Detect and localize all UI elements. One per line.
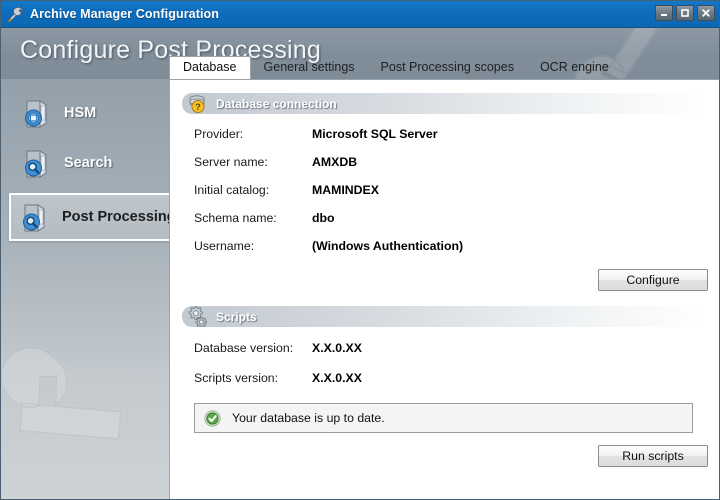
window-title: Archive Manager Configuration	[30, 7, 219, 21]
sidebar-item-label: Post Processing	[62, 209, 169, 225]
window-controls	[655, 5, 715, 21]
field-label: Schema name:	[194, 211, 312, 225]
field-username: Username: (Windows Authentication)	[170, 232, 719, 260]
tab-post-processing-scopes[interactable]: Post Processing scopes	[368, 57, 527, 79]
field-database-version: Database version: X.X.0.XX	[170, 333, 719, 363]
scripts-group-header: Scripts	[182, 306, 707, 327]
field-label: Provider:	[194, 127, 312, 141]
field-value: AMXDB	[312, 155, 357, 169]
sidebar-item-label: HSM	[64, 105, 96, 121]
field-initial-catalog: Initial catalog: MAMINDEX	[170, 176, 719, 204]
tab-ocr-engine[interactable]: OCR engine	[527, 57, 622, 79]
run-scripts-button[interactable]: Run scripts	[598, 445, 708, 467]
application-window: Archive Manager Configuration	[0, 0, 720, 500]
field-label: Server name:	[194, 155, 312, 169]
sidebar-item-label: Search	[64, 155, 112, 171]
field-label: Database version:	[194, 341, 312, 355]
field-value: X.X.0.XX	[312, 371, 362, 385]
field-value: X.X.0.XX	[312, 341, 362, 355]
svg-text:?: ?	[195, 102, 201, 112]
field-value: Microsoft SQL Server	[312, 127, 438, 141]
content-panel: ? Database connection Provider: Microsof…	[169, 79, 719, 500]
field-schema-name: Schema name: dbo	[170, 204, 719, 232]
field-value: dbo	[312, 211, 335, 225]
field-scripts-version: Scripts version: X.X.0.XX	[170, 363, 719, 393]
field-server-name: Server name: AMXDB	[170, 148, 719, 176]
status-message-box: Your database is up to date.	[194, 403, 693, 433]
field-value: (Windows Authentication)	[312, 239, 463, 253]
configure-button[interactable]: Configure	[598, 269, 708, 291]
tab-database[interactable]: Database	[169, 56, 251, 79]
sidebar: HSM Search	[1, 79, 169, 500]
sidebar-item-post-processing[interactable]: Post Processing	[9, 193, 169, 241]
wrench-watermark-icon	[1, 334, 169, 500]
gears-icon	[185, 306, 211, 327]
maximize-button[interactable]	[676, 5, 694, 21]
minimize-button[interactable]	[655, 5, 673, 21]
wrench-screwdriver-icon	[6, 5, 24, 23]
field-label: Initial catalog:	[194, 183, 312, 197]
database-connection-group-header: ? Database connection	[182, 93, 707, 114]
group-title: Scripts	[216, 310, 257, 324]
green-check-circle-icon	[204, 410, 221, 427]
sidebar-item-hsm[interactable]: HSM	[15, 91, 169, 135]
field-label: Scripts version:	[194, 371, 312, 385]
database-question-icon: ?	[185, 93, 211, 114]
field-label: Username:	[194, 239, 312, 253]
configure-button-row: Configure	[170, 269, 719, 291]
server-monitor-icon	[21, 96, 55, 130]
group-title: Database connection	[216, 97, 337, 111]
title-bar: Archive Manager Configuration	[1, 1, 719, 28]
status-message: Your database is up to date.	[232, 411, 385, 425]
sidebar-item-search[interactable]: Search	[15, 141, 169, 185]
field-value: MAMINDEX	[312, 183, 379, 197]
field-provider: Provider: Microsoft SQL Server	[170, 120, 719, 148]
tab-strip: Database General settings Post Processin…	[169, 57, 719, 79]
tab-general-settings[interactable]: General settings	[251, 57, 368, 79]
run-scripts-button-row: Run scripts	[170, 445, 719, 467]
server-search-icon	[21, 146, 55, 180]
server-search-icon	[19, 200, 53, 234]
close-button[interactable]	[697, 5, 715, 21]
